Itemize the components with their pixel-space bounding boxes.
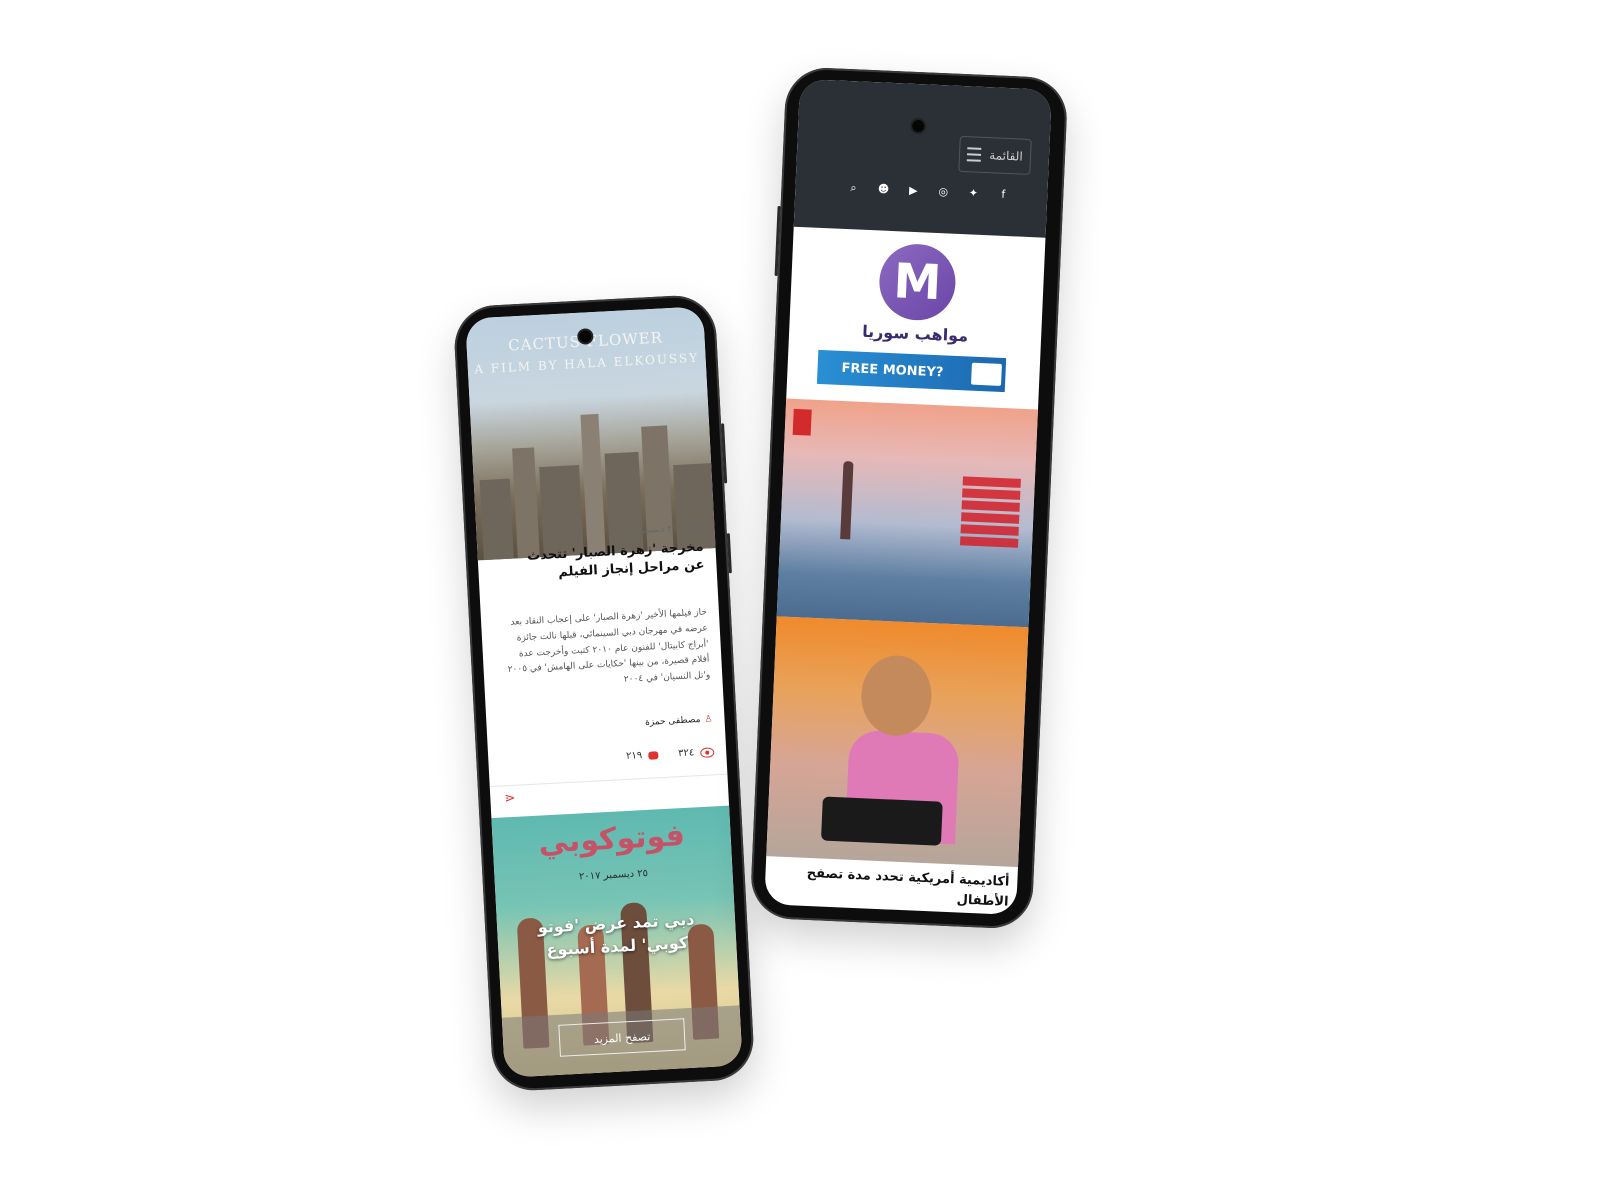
article-hero-image[interactable]: CACTUS FLOWER A FILM BY HALA ELKOUSSY — [465, 306, 716, 561]
card-date: ٢٥ ديسمبر ٢٠١٧ — [578, 867, 649, 883]
promo-table — [959, 476, 1021, 558]
site-logo[interactable]: M مواهب سوريا — [789, 239, 1045, 349]
twitter-icon[interactable]: ✦ — [967, 186, 980, 201]
ad-headline: FREE MONEY? — [841, 360, 944, 380]
comment-icon — [647, 750, 659, 760]
instagram-icon[interactable]: ◎ — [937, 185, 950, 200]
promo-banner[interactable] — [776, 398, 1038, 628]
menu-button[interactable]: القائمة — [958, 135, 1032, 175]
promo-logo — [792, 408, 812, 436]
power-button — [721, 423, 728, 484]
right-phone: القائمة ⌕ ☻ ▶ ◎ ✦ f M مواهب سوريا FREE M… — [749, 66, 1069, 930]
right-phone-screen: القائمة ⌕ ☻ ▶ ◎ ✦ f M مواهب سوريا FREE M… — [764, 78, 1052, 916]
volume-button — [726, 533, 732, 574]
divider — [489, 773, 728, 788]
author-name: مصطفى حمزة — [644, 714, 701, 728]
article-excerpt: حاز فيلمها الأخير 'زهرة الصبار' على إعجا… — [507, 607, 711, 685]
views-stat: ٣٢٤ — [678, 746, 715, 759]
ad-badge — [971, 362, 1002, 386]
article-author[interactable]: ♙ مصطفى حمزة — [645, 714, 713, 728]
hamburger-icon — [967, 147, 982, 162]
logo-mark: M — [877, 242, 958, 322]
ad-banner[interactable]: FREE MONEY? — [816, 349, 1007, 393]
user-icon: ♙ — [704, 714, 713, 725]
social-links: ⌕ ☻ ▶ ◎ ✦ f — [847, 181, 1009, 202]
snapchat-icon[interactable]: ☻ — [877, 182, 890, 197]
article-photo[interactable] — [766, 616, 1029, 868]
article-caption[interactable]: أكاديمية أمريكية تحدد مدة تصفح الأطفال — [772, 862, 1009, 911]
eye-icon — [699, 746, 715, 758]
facebook-icon[interactable]: f — [997, 188, 1010, 203]
browse-more-button[interactable]: تصفح المزيد — [558, 1018, 686, 1057]
views-count: ٣٢٤ — [677, 747, 695, 760]
comments-count: ٢١٩ — [625, 750, 643, 762]
site-header: القائمة ⌕ ☻ ▶ ◎ ✦ f — [793, 78, 1052, 238]
share-icon[interactable]: ⋖ — [504, 791, 516, 807]
article-card[interactable]: فوتوكوبي ٢٥ ديسمبر ٢٠١٧ دبي تمد عرض 'فوت… — [491, 805, 743, 1078]
menu-label: القائمة — [989, 148, 1024, 164]
poster-art-text: فوتوكوبي — [537, 817, 686, 861]
logo-text: مواهب سوريا — [861, 321, 969, 346]
power-button — [774, 205, 781, 277]
left-phone-screen: CACTUS FLOWER A FILM BY HALA ELKOUSSY ال… — [465, 306, 743, 1078]
child-head — [859, 654, 934, 738]
search-icon[interactable]: ⌕ — [847, 181, 860, 196]
promo-tower-image — [840, 461, 854, 540]
article-stats: ٣٢٤ ٢١٩ — [626, 746, 715, 762]
comments-stat[interactable]: ٢١٩ — [626, 749, 659, 762]
tablet-device — [820, 796, 943, 846]
logo-letter: M — [892, 253, 943, 312]
youtube-icon[interactable]: ▶ — [907, 184, 920, 199]
left-phone: CACTUS FLOWER A FILM BY HALA ELKOUSSY ال… — [452, 293, 756, 1093]
